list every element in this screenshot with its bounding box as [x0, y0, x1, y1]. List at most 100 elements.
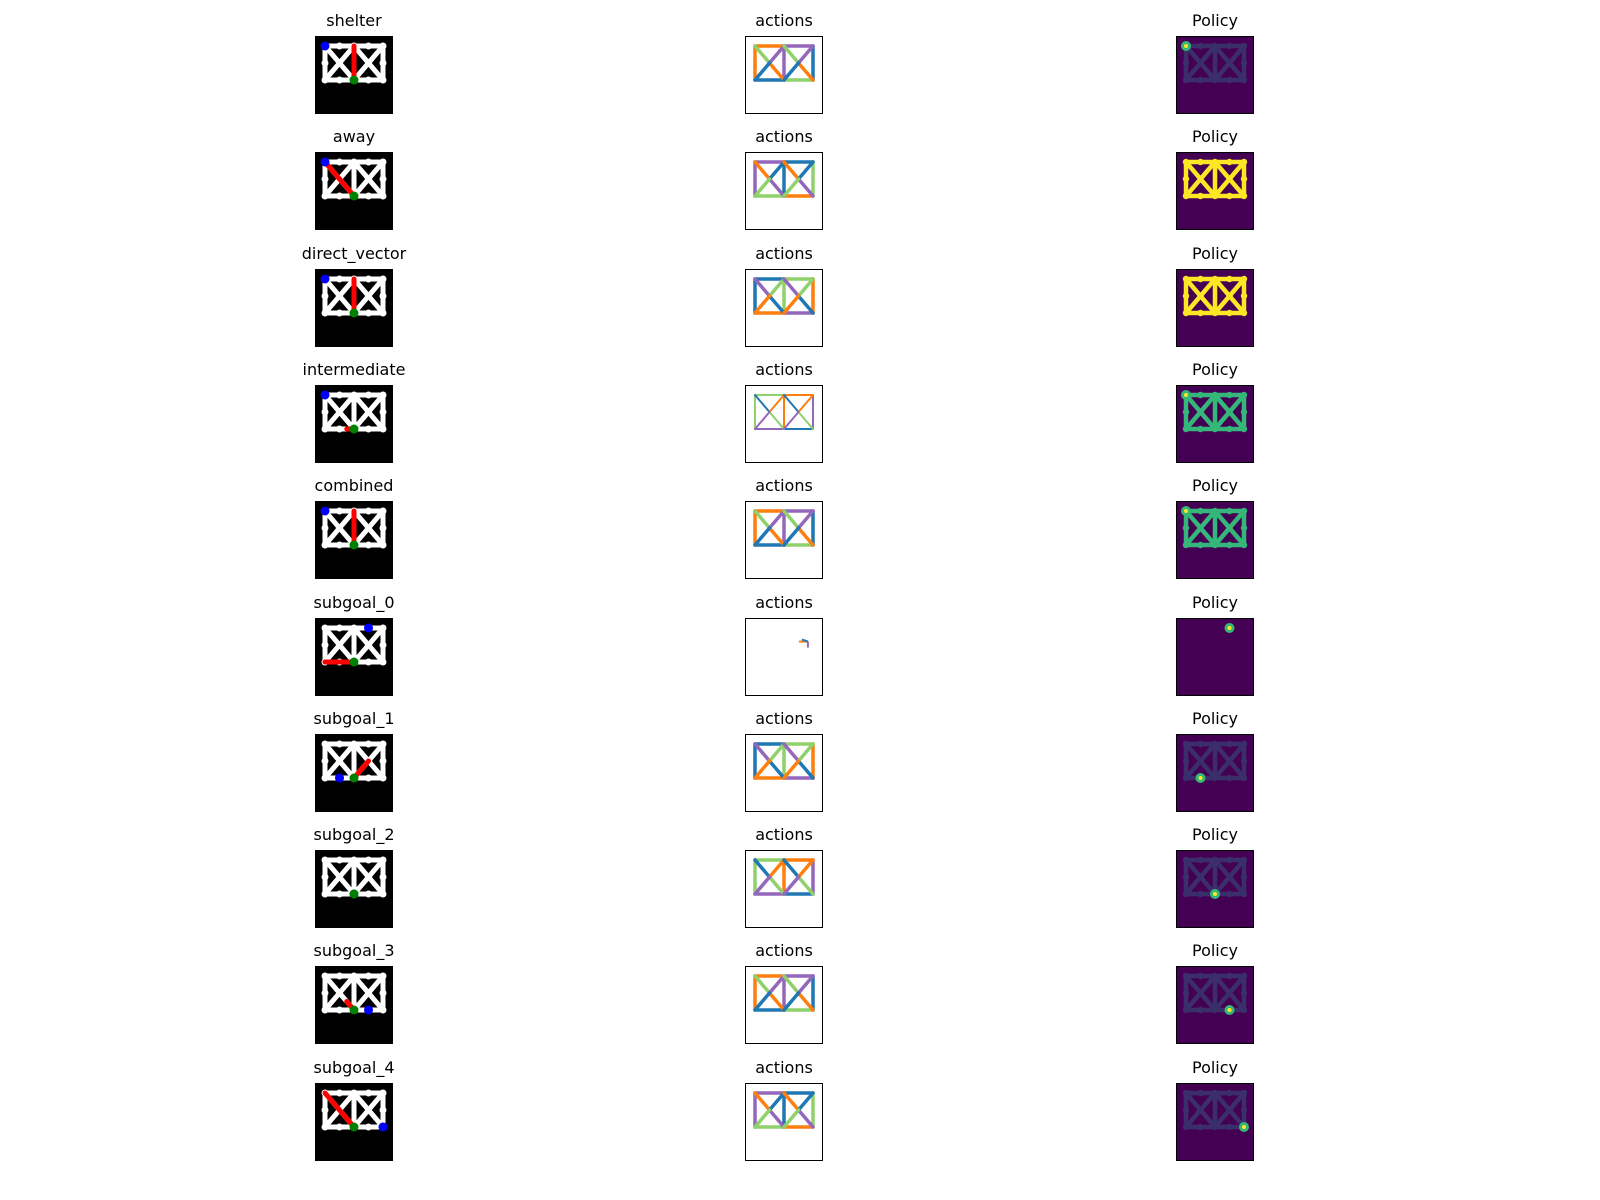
actions-panel	[745, 385, 823, 463]
policy-node	[1211, 1006, 1219, 1014]
policy-node	[1197, 989, 1204, 997]
panel-title: Policy	[1191, 941, 1239, 960]
maze-node	[379, 76, 387, 84]
panel-title: subgoal_1	[313, 709, 395, 728]
policy-node	[1226, 292, 1233, 300]
shelter-marker	[349, 424, 359, 434]
policy-node	[1197, 541, 1204, 549]
policy-node	[1240, 972, 1248, 980]
policy-node	[1197, 309, 1204, 317]
panel-title: Policy	[1191, 360, 1239, 379]
actions-panel	[745, 734, 823, 812]
policy-node	[1197, 873, 1204, 881]
maze-node	[336, 624, 343, 632]
maze-node	[365, 292, 372, 300]
maze-node	[379, 890, 387, 898]
maze-node	[365, 425, 372, 433]
panel-title: Policy	[1191, 593, 1239, 612]
policy-node	[1226, 541, 1233, 549]
policy-node	[1226, 42, 1233, 50]
policy-node	[1226, 391, 1233, 399]
policy-node	[1211, 275, 1219, 283]
maze-panel-svg	[316, 270, 392, 346]
maze-panel	[315, 36, 393, 114]
policy-node	[1182, 890, 1190, 898]
maze-node	[336, 740, 343, 748]
policy-node	[1226, 408, 1233, 416]
policy-node	[1226, 890, 1233, 898]
maze-node	[321, 989, 329, 997]
panel-title: intermediate	[302, 360, 406, 379]
policy-node	[1240, 309, 1248, 317]
maze-node	[365, 658, 372, 666]
policy-node	[1226, 275, 1233, 283]
policy-node	[1182, 192, 1190, 200]
maze-node	[365, 541, 372, 549]
policy-panel-svg	[1177, 619, 1253, 695]
maze-node	[336, 856, 343, 864]
maze-node	[365, 972, 372, 980]
policy-node	[1182, 408, 1190, 416]
policy-node	[1211, 158, 1219, 166]
maze-node	[365, 989, 372, 997]
policy-node	[1240, 175, 1248, 183]
panel-title: actions	[755, 1058, 813, 1077]
policy-node	[1240, 507, 1248, 515]
policy-peak	[1227, 1008, 1232, 1012]
agent-marker	[364, 1005, 373, 1015]
panel-title: actions	[755, 127, 813, 146]
maze-node	[365, 59, 372, 67]
actions-panel-svg	[746, 967, 822, 1043]
policy-node	[1226, 1106, 1233, 1114]
policy-node	[1211, 507, 1219, 515]
figure-grid: shelter actions Policy away actions Policy dir…	[0, 0, 1600, 1200]
policy-node	[1182, 275, 1190, 283]
policy-node	[1240, 1089, 1248, 1097]
policy-node	[1240, 76, 1248, 84]
maze-node	[379, 1089, 387, 1097]
maze-node	[321, 192, 329, 200]
maze-panel	[315, 850, 393, 928]
panel-title: actions	[755, 244, 813, 263]
policy-node	[1197, 1006, 1204, 1014]
maze-node	[321, 641, 329, 649]
maze-node	[379, 757, 387, 765]
panel-title: actions	[755, 709, 813, 728]
policy-node	[1240, 1106, 1248, 1114]
maze-node	[336, 292, 343, 300]
maze-node	[379, 740, 387, 748]
maze-node	[379, 774, 387, 782]
policy-node	[1240, 740, 1248, 748]
policy-node	[1226, 175, 1233, 183]
maze-node	[336, 192, 343, 200]
maze-node	[365, 1089, 372, 1097]
policy-panel-svg	[1177, 386, 1253, 462]
policy-node	[1226, 856, 1233, 864]
policy-panel	[1176, 734, 1254, 812]
actions-panel	[745, 1083, 823, 1161]
policy-peak	[1213, 892, 1217, 896]
maze-panel	[315, 269, 393, 347]
maze-node	[379, 873, 387, 881]
actions-panel	[745, 850, 823, 928]
maze-node	[379, 658, 387, 666]
policy-node	[1240, 391, 1248, 399]
shelter-marker	[349, 540, 359, 550]
policy-node	[1240, 59, 1248, 67]
maze-node	[336, 1123, 343, 1131]
maze-node	[379, 1106, 387, 1114]
maze-node	[365, 192, 372, 200]
policy-node	[1240, 1006, 1248, 1014]
policy-node	[1197, 425, 1204, 433]
maze-panel	[315, 152, 393, 230]
maze-node	[365, 641, 372, 649]
maze-node	[350, 1089, 358, 1097]
shelter-marker	[349, 1122, 359, 1132]
policy-peak	[1227, 626, 1232, 630]
maze-panel-svg	[316, 735, 392, 811]
policy-node	[1211, 972, 1219, 980]
maze-panel-svg	[316, 619, 392, 695]
policy-node	[1240, 989, 1248, 997]
maze-node	[379, 42, 387, 50]
panel-background	[746, 619, 822, 695]
